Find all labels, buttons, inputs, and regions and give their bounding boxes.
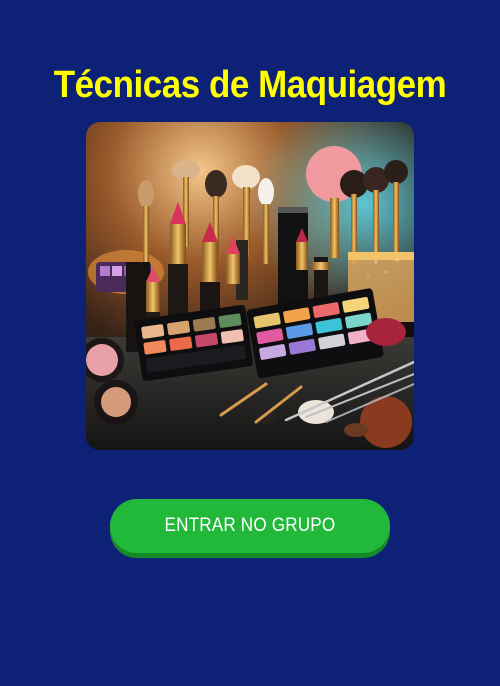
join-group-button-label: ENTRAR NO GRUPO <box>164 515 336 536</box>
join-group-button[interactable]: ENTRAR NO GRUPO <box>110 499 390 553</box>
makeup-hero-image <box>86 122 414 450</box>
page-title: Técnicas de Maquiagem <box>53 64 447 107</box>
